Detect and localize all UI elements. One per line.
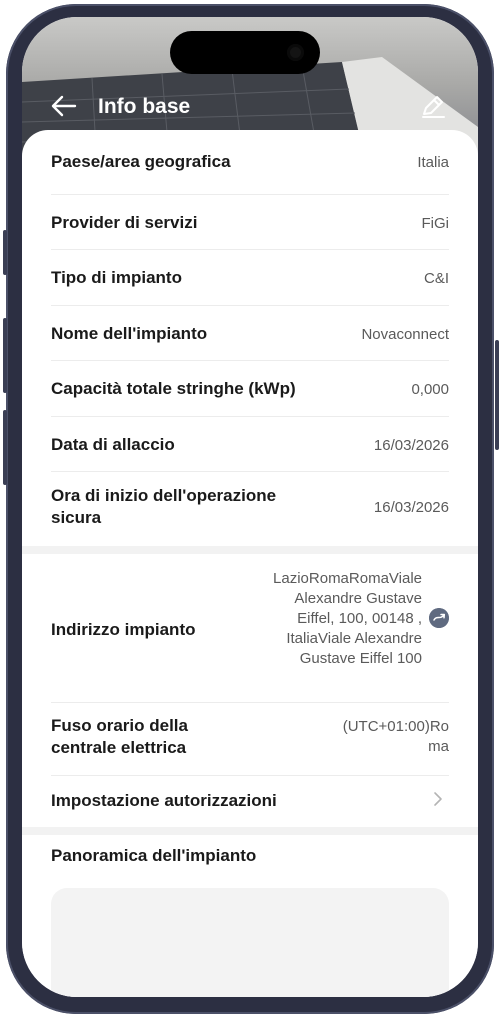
section-divider <box>22 546 478 554</box>
provider-label: Provider di servizi <box>51 213 198 232</box>
volume-up-button <box>3 318 7 393</box>
plant-type-value: C&I <box>423 270 449 287</box>
plant-name-label: Nome dell'impianto <box>51 324 208 343</box>
info-sheet: Paese/area geografica Italia Provider di… <box>22 130 478 997</box>
safe-operation-start-value: 16/03/2026 <box>373 499 449 516</box>
plant-name-value: Novaconnect <box>361 326 449 343</box>
connection-date-label: Data di allaccio <box>51 435 175 454</box>
row-plant-type[interactable]: Tipo di impianto C&I <box>51 249 449 306</box>
plant-overview-title: Panoramica dell'impianto <box>51 846 257 865</box>
country-value: Italia <box>417 154 449 171</box>
dynamic-island <box>170 31 320 74</box>
section-divider-2 <box>22 827 478 835</box>
plant-type-label: Tipo di impianto <box>51 268 182 287</box>
row-country[interactable]: Paese/area geografica Italia <box>51 130 449 195</box>
permission-settings-label: Impostazione autorizzazioni <box>51 791 277 810</box>
top-bar: Info base <box>22 87 478 127</box>
row-safe-operation-start[interactable]: Ora di inizio dell'operazione sicura 16/0… <box>51 471 449 546</box>
timezone-label: Fuso orario della centrale elettrica <box>51 716 188 757</box>
safe-operation-start-label: Ora di inizio dell'operazione sicura <box>51 486 277 527</box>
provider-value: FiGi <box>421 215 450 232</box>
row-string-capacity[interactable]: Capacità totale stringhe (kWp) 0,000 <box>51 360 449 417</box>
row-connection-date[interactable]: Data di allaccio 16/03/2026 <box>51 416 449 472</box>
chevron-right-icon <box>434 792 442 806</box>
back-arrow-icon[interactable] <box>51 95 77 117</box>
navigation-icon[interactable] <box>429 608 449 628</box>
plant-address-value: LazioRomaRomaViale Alexandre Gustave Eif… <box>273 570 422 667</box>
volume-down-button <box>3 410 7 485</box>
plant-address-label: Indirizzo impianto <box>51 620 196 639</box>
page-title: Info base <box>98 95 191 118</box>
edit-pencil-icon[interactable] <box>420 93 446 119</box>
row-timezone[interactable]: Fuso orario della centrale elettrica (UTC… <box>51 702 449 776</box>
app-screen: Info base Paese/area geografica Italia P… <box>22 17 478 997</box>
plant-overview-card[interactable] <box>51 888 449 997</box>
string-capacity-label: Capacità totale stringhe (kWp) <box>51 379 296 398</box>
row-plant-name[interactable]: Nome dell'impianto Novaconnect <box>51 305 449 361</box>
country-label: Paese/area geografica <box>51 152 231 171</box>
connection-date-value: 16/03/2026 <box>373 437 449 454</box>
row-plant-address[interactable]: Indirizzo impianto LazioRomaRomaViale Al… <box>51 554 449 703</box>
power-button <box>495 340 499 450</box>
string-capacity-value: 0,000 <box>411 381 449 398</box>
timezone-value: (UTC+01:00)Ro ma <box>342 718 449 755</box>
row-permission-settings[interactable]: Impostazione autorizzazioni <box>51 775 449 827</box>
action-button <box>3 230 7 275</box>
row-provider[interactable]: Provider di servizi FiGi <box>51 194 449 250</box>
